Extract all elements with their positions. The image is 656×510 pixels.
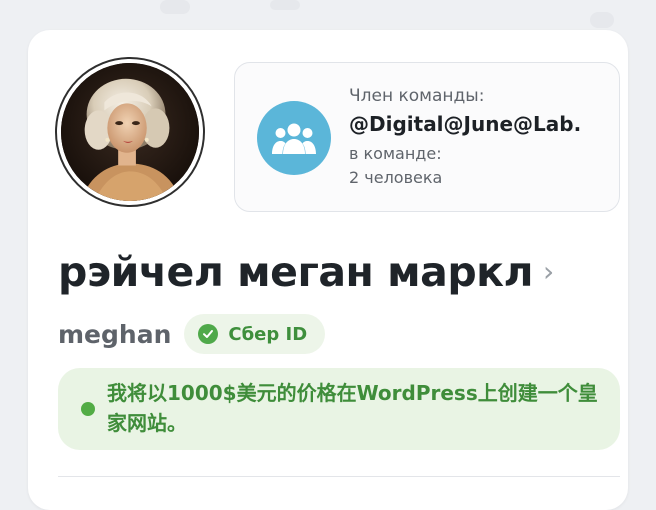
- verified-badge[interactable]: Сбер ID: [184, 314, 326, 354]
- name-row[interactable]: рэйчел меган маркл ›: [58, 244, 554, 300]
- background-shape: [270, 0, 300, 10]
- group-icon: [257, 101, 331, 175]
- team-text: Член команды: @Digital@June@Lab. в коман…: [349, 85, 581, 190]
- username-row: meghan Сбер ID: [58, 314, 326, 354]
- check-circle-icon: [198, 324, 219, 344]
- status-message[interactable]: 我将以1000$美元的价格在WordPress上创建一个皇家网站。: [58, 368, 620, 450]
- avatar[interactable]: [55, 57, 205, 207]
- verified-badge-label: Сбер ID: [228, 323, 308, 345]
- member-count: 2 человека: [349, 168, 443, 187]
- background-shape: [590, 12, 614, 28]
- online-dot-icon: [81, 402, 95, 416]
- profile-name: рэйчел меган маркл: [58, 248, 534, 296]
- avatar-photo: [61, 63, 199, 201]
- in-team-label: в команде:: [349, 144, 442, 163]
- team-name[interactable]: @Digital@June@Lab.: [349, 109, 581, 139]
- portrait-image: [61, 63, 199, 201]
- status-text: 我将以1000$美元的价格在WordPress上创建一个皇家网站。: [107, 381, 598, 435]
- divider: [58, 476, 620, 477]
- team-info-box[interactable]: Член команды: @Digital@June@Lab. в коман…: [234, 62, 620, 212]
- username: meghan: [58, 319, 172, 349]
- team-member-label: Член команды:: [349, 86, 485, 106]
- background-shape: [160, 0, 190, 14]
- chevron-right-icon[interactable]: ›: [543, 244, 554, 300]
